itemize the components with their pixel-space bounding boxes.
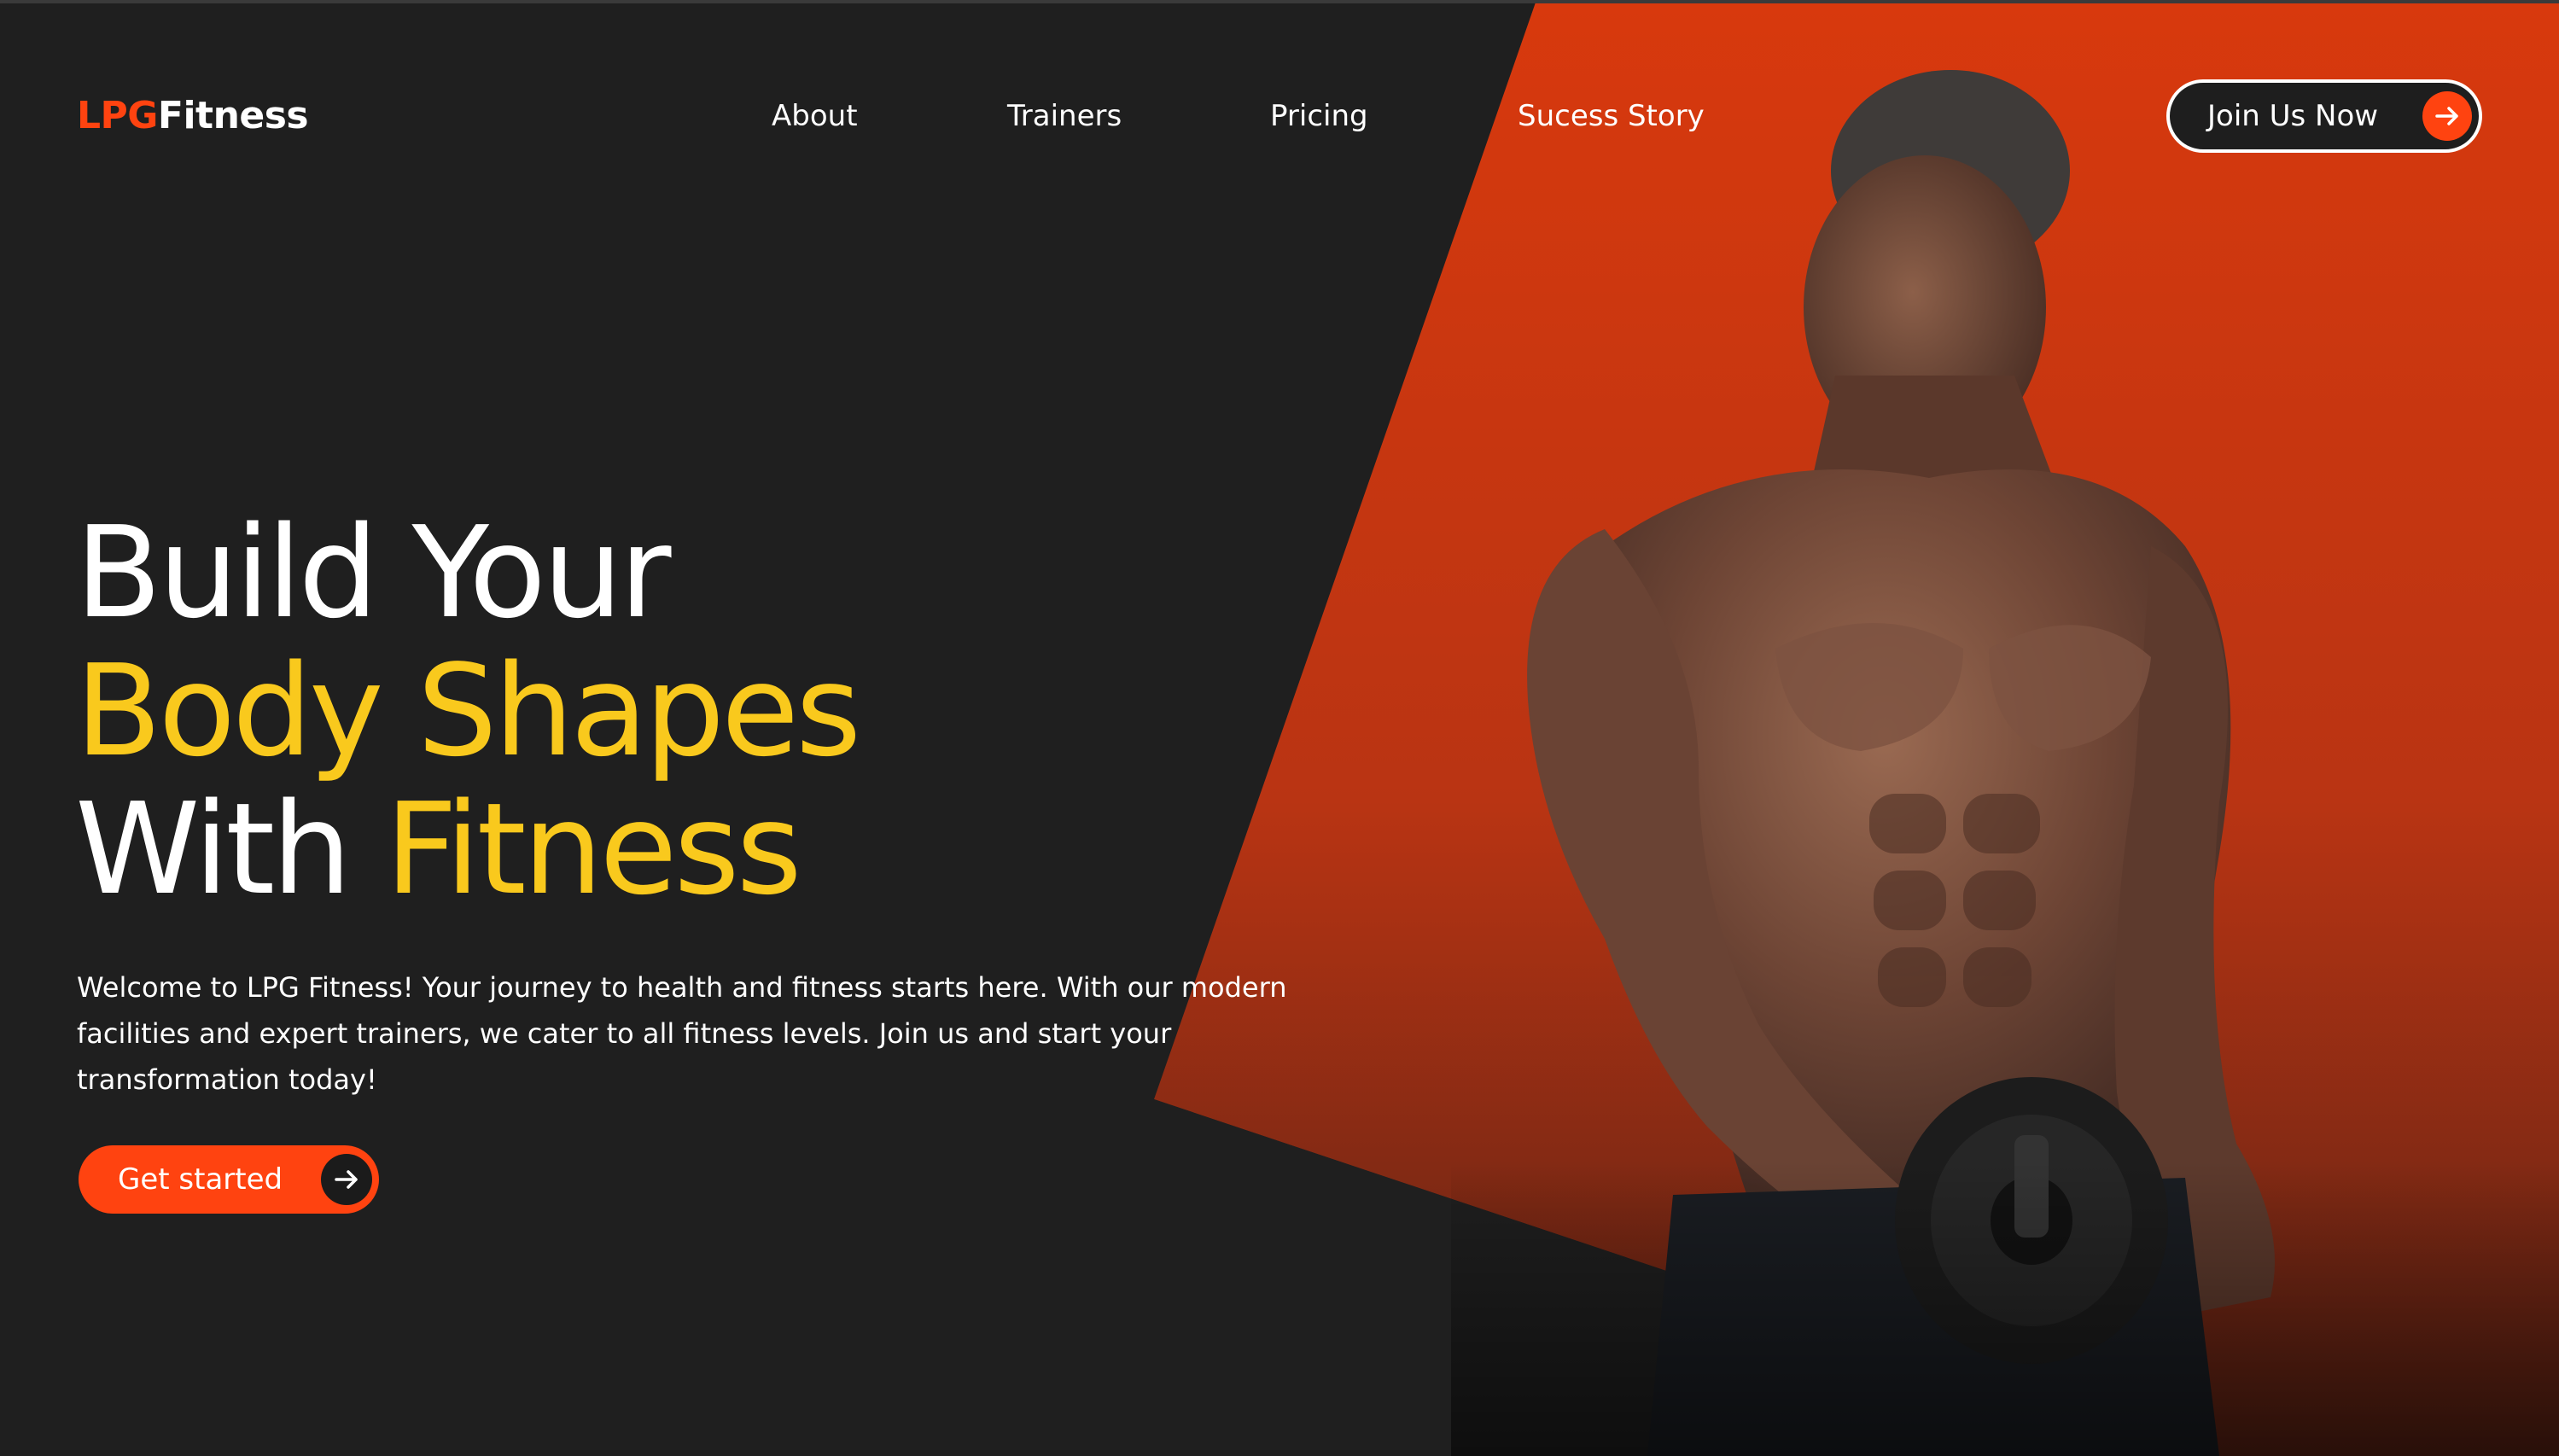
logo-text: Fitness bbox=[157, 94, 309, 137]
logo-accent-text: LPG bbox=[77, 94, 158, 137]
join-us-now-label: Join Us Now bbox=[2207, 99, 2379, 133]
brand-logo[interactable]: LPGFitness bbox=[77, 92, 309, 140]
nav-link-trainers[interactable]: Trainers bbox=[1007, 92, 1122, 140]
nav-link-success-story[interactable]: Sucess Story bbox=[1518, 92, 1705, 140]
headline-line-1: Build Your bbox=[75, 499, 672, 646]
join-us-now-button[interactable]: Join Us Now bbox=[2166, 79, 2482, 153]
headline-line-3: With Fitness bbox=[75, 780, 858, 918]
get-started-button[interactable]: Get started bbox=[79, 1145, 379, 1214]
hero-headline: Build Your Body Shapes With Fitness bbox=[75, 499, 861, 918]
landing-page: LPGFitness About Trainers Pricing Sucess… bbox=[0, 0, 2559, 1456]
get-started-label: Get started bbox=[118, 1162, 283, 1197]
headline-line-3-yellow: Fitness bbox=[385, 776, 802, 923]
nav-link-about[interactable]: About bbox=[772, 92, 858, 140]
window-top-border bbox=[0, 0, 2559, 3]
headline-line-3-white: With bbox=[75, 776, 352, 923]
hero-intro-text: Welcome to LPG Fitness! Your journey to … bbox=[77, 971, 1287, 1096]
nav-link-pricing[interactable]: Pricing bbox=[1270, 92, 1368, 140]
arrow-right-icon bbox=[2422, 91, 2472, 141]
arrow-right-icon bbox=[321, 1154, 372, 1205]
headline-line-2: Body Shapes bbox=[75, 638, 861, 784]
